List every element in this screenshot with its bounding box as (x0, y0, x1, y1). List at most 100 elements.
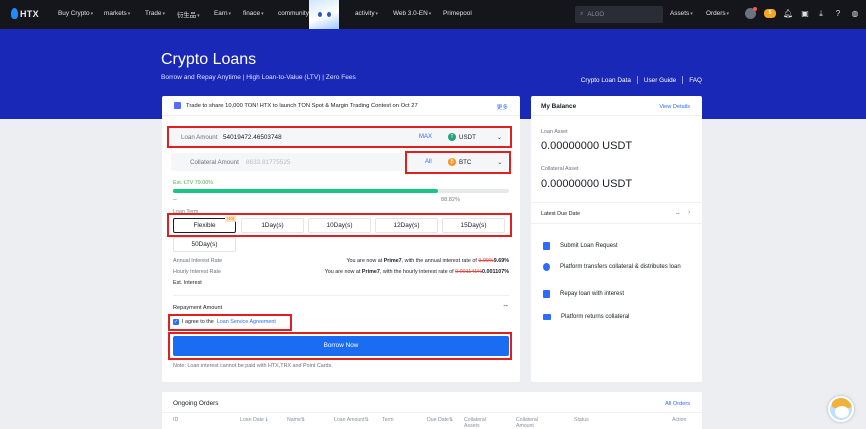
ongoing-orders-panel: Ongoing Orders All Orders ID Loan Date⇂ … (162, 392, 702, 429)
usdt-icon: T (448, 133, 456, 141)
term-15day[interactable]: 15Day(s) (442, 218, 505, 233)
loan-coin-label: USDT (459, 133, 476, 141)
flame-icon (11, 8, 18, 19)
agreement-row[interactable]: ✓ I agree to the Loan Service Agreement (173, 319, 276, 325)
divider (173, 295, 509, 296)
column-header[interactable]: Due Date⇅ (427, 417, 453, 423)
loan-agreement-link[interactable]: Loan Service Agreement (217, 319, 276, 325)
annual-rate-row: Annual Interest Rate You are now at Prim… (173, 258, 509, 264)
chevron-down-icon: ⌄ (497, 159, 503, 166)
step-return: Platform returns collateral (543, 313, 693, 321)
hourly-rate-value: You are now at Prime7, with the hourly i… (324, 269, 509, 275)
term-10day[interactable]: 10Day(s) (308, 218, 371, 233)
borrow-now-button[interactable]: Borrow Now (173, 336, 509, 356)
annual-rate-label: Annual Interest Rate (173, 258, 223, 264)
view-details-link[interactable]: View Details (659, 104, 690, 110)
term-50day[interactable]: 50Day(s) (173, 237, 236, 252)
est-interest-label: Est. Interest (173, 280, 202, 286)
ltv-label: Est. LTV 79.00% (173, 180, 214, 186)
ltv-liquidation: 88.82% (441, 197, 460, 203)
loan-amount-field[interactable]: Loan Amount 54019472.46503748 MAX T USDT… (171, 128, 508, 146)
nav-item-trade[interactable]: Trade▾ (145, 10, 165, 17)
loan-term-label: Loan Term (173, 209, 199, 215)
column-header[interactable]: Loan Date⇂ (240, 417, 268, 423)
column-header[interactable]: Name⇅ (287, 417, 305, 423)
nav-item-derivatives[interactable]: 衍生品▾ (177, 10, 200, 19)
sort-icon: ⇅ (300, 417, 306, 423)
column-header: ID (173, 417, 179, 423)
hero-links: Crypto Loan Data User Guide FAQ (581, 76, 702, 84)
ltv-progress-fill (173, 189, 439, 193)
ltv-current: -- (173, 197, 177, 203)
nav-item-primepool[interactable]: Primepool (443, 10, 472, 17)
nav-item-activity[interactable]: activity▾ (355, 10, 378, 17)
chevron-down-icon: ▾ (197, 13, 200, 19)
nav-item-markets[interactable]: markets▾ (104, 10, 130, 17)
promo-more-link[interactable]: 更多 (497, 103, 508, 111)
balance-title: My Balance (541, 103, 577, 110)
mascot-face (835, 406, 849, 418)
nav-assets[interactable]: Assets▾ (670, 10, 693, 17)
crypto-loan-data-link[interactable]: Crypto Loan Data (581, 77, 631, 84)
all-orders-link[interactable]: All Orders (665, 401, 690, 407)
message-icon[interactable]: ▣ (800, 9, 810, 19)
collateral-asset-value: 0.00000000 USDT (541, 178, 633, 190)
latest-due-date-row[interactable]: Latest Due Date -- › (531, 202, 702, 224)
user-guide-link[interactable]: User Guide (644, 77, 676, 84)
chevron-down-icon: ▾ (162, 11, 165, 17)
mascot-image (309, 0, 339, 29)
term-flexible[interactable]: Flexible Hot (173, 216, 236, 233)
loan-amount-label: Loan Amount (181, 133, 218, 141)
column-header: Collateral Assets (464, 417, 486, 429)
globe-icon[interactable]: ◍ (850, 9, 860, 19)
ltv-progress-bar (173, 189, 509, 193)
nav-orders[interactable]: Orders▾ (706, 10, 729, 17)
loan-asset-value: 0.00000000 USDT (541, 140, 633, 152)
loan-card: Trade to share 10,000 TON! HTX to launch… (162, 96, 520, 382)
promo-text: Trade to share 10,000 TON! HTX to launch… (186, 102, 418, 109)
logo-text: HTX (20, 8, 39, 19)
chevron-down-icon: ▾ (375, 11, 379, 17)
collateral-amount-field[interactable]: Collateral Amount 8633.81775525 All ₿ BT… (171, 153, 508, 171)
nav-item-finance[interactable]: finace▾ (243, 10, 264, 17)
document-icon (543, 242, 550, 250)
hot-badge: Hot (225, 216, 236, 222)
loan-coin-select[interactable]: T USDT ⌄ (448, 133, 502, 141)
search-icon: ⌕ (580, 11, 584, 17)
help-icon[interactable]: ? (833, 9, 843, 19)
faq-link[interactable]: FAQ (689, 77, 702, 84)
nav-item-community[interactable]: community (278, 10, 309, 17)
wallet-icon (543, 314, 551, 320)
search-input[interactable]: ⌕ ALGO (575, 6, 663, 23)
ongoing-orders-title: Ongoing Orders (173, 400, 219, 407)
collateral-amount-input[interactable]: 8633.81775525 (246, 159, 290, 166)
nav-item-earn[interactable]: Earn▾ (214, 10, 231, 17)
nav-item-buy-crypto[interactable]: Buy Crypto▾ (58, 10, 93, 17)
support-chat-button[interactable] (828, 396, 854, 422)
checkbox-checked-icon[interactable]: ✓ (173, 319, 179, 325)
column-header: Action (672, 417, 687, 423)
agreement-text: I agree to the (182, 319, 214, 325)
due-date-label: Latest Due Date (541, 211, 580, 217)
htx-logo[interactable]: HTX (11, 8, 39, 19)
promo-banner[interactable]: Trade to share 10,000 TON! HTX to launch… (162, 96, 520, 116)
all-button[interactable]: All (425, 159, 432, 165)
balance-card: My Balance View Details Loan Asset 0.000… (531, 96, 702, 382)
nav-item-web3[interactable]: Web 3.0-EN▾ (393, 10, 431, 17)
max-button[interactable]: MAX (419, 134, 432, 140)
chevron-down-icon: ▾ (428, 11, 432, 17)
collateral-coin-select[interactable]: ₿ BTC ⌄ (448, 158, 502, 166)
loan-amount-input[interactable]: 54019472.46503748 (223, 134, 282, 141)
download-icon[interactable]: ⤓ (816, 9, 826, 19)
divider (636, 76, 638, 84)
bell-icon[interactable]: 🔔︎ (783, 9, 793, 19)
chevron-down-icon: ▾ (690, 11, 693, 17)
column-header[interactable]: Loan Amount⇅ (334, 417, 369, 423)
gift-icon (174, 102, 181, 109)
term-1day[interactable]: 1Day(s) (241, 218, 304, 233)
sort-icon: ⇂ (263, 417, 269, 423)
step-submit: Submit Loan Request (543, 242, 693, 250)
term-12day[interactable]: 12Day(s) (375, 218, 438, 233)
est-interest-row: Est. Interest (173, 280, 509, 286)
rewards-badge[interactable]: 5 (764, 9, 776, 18)
